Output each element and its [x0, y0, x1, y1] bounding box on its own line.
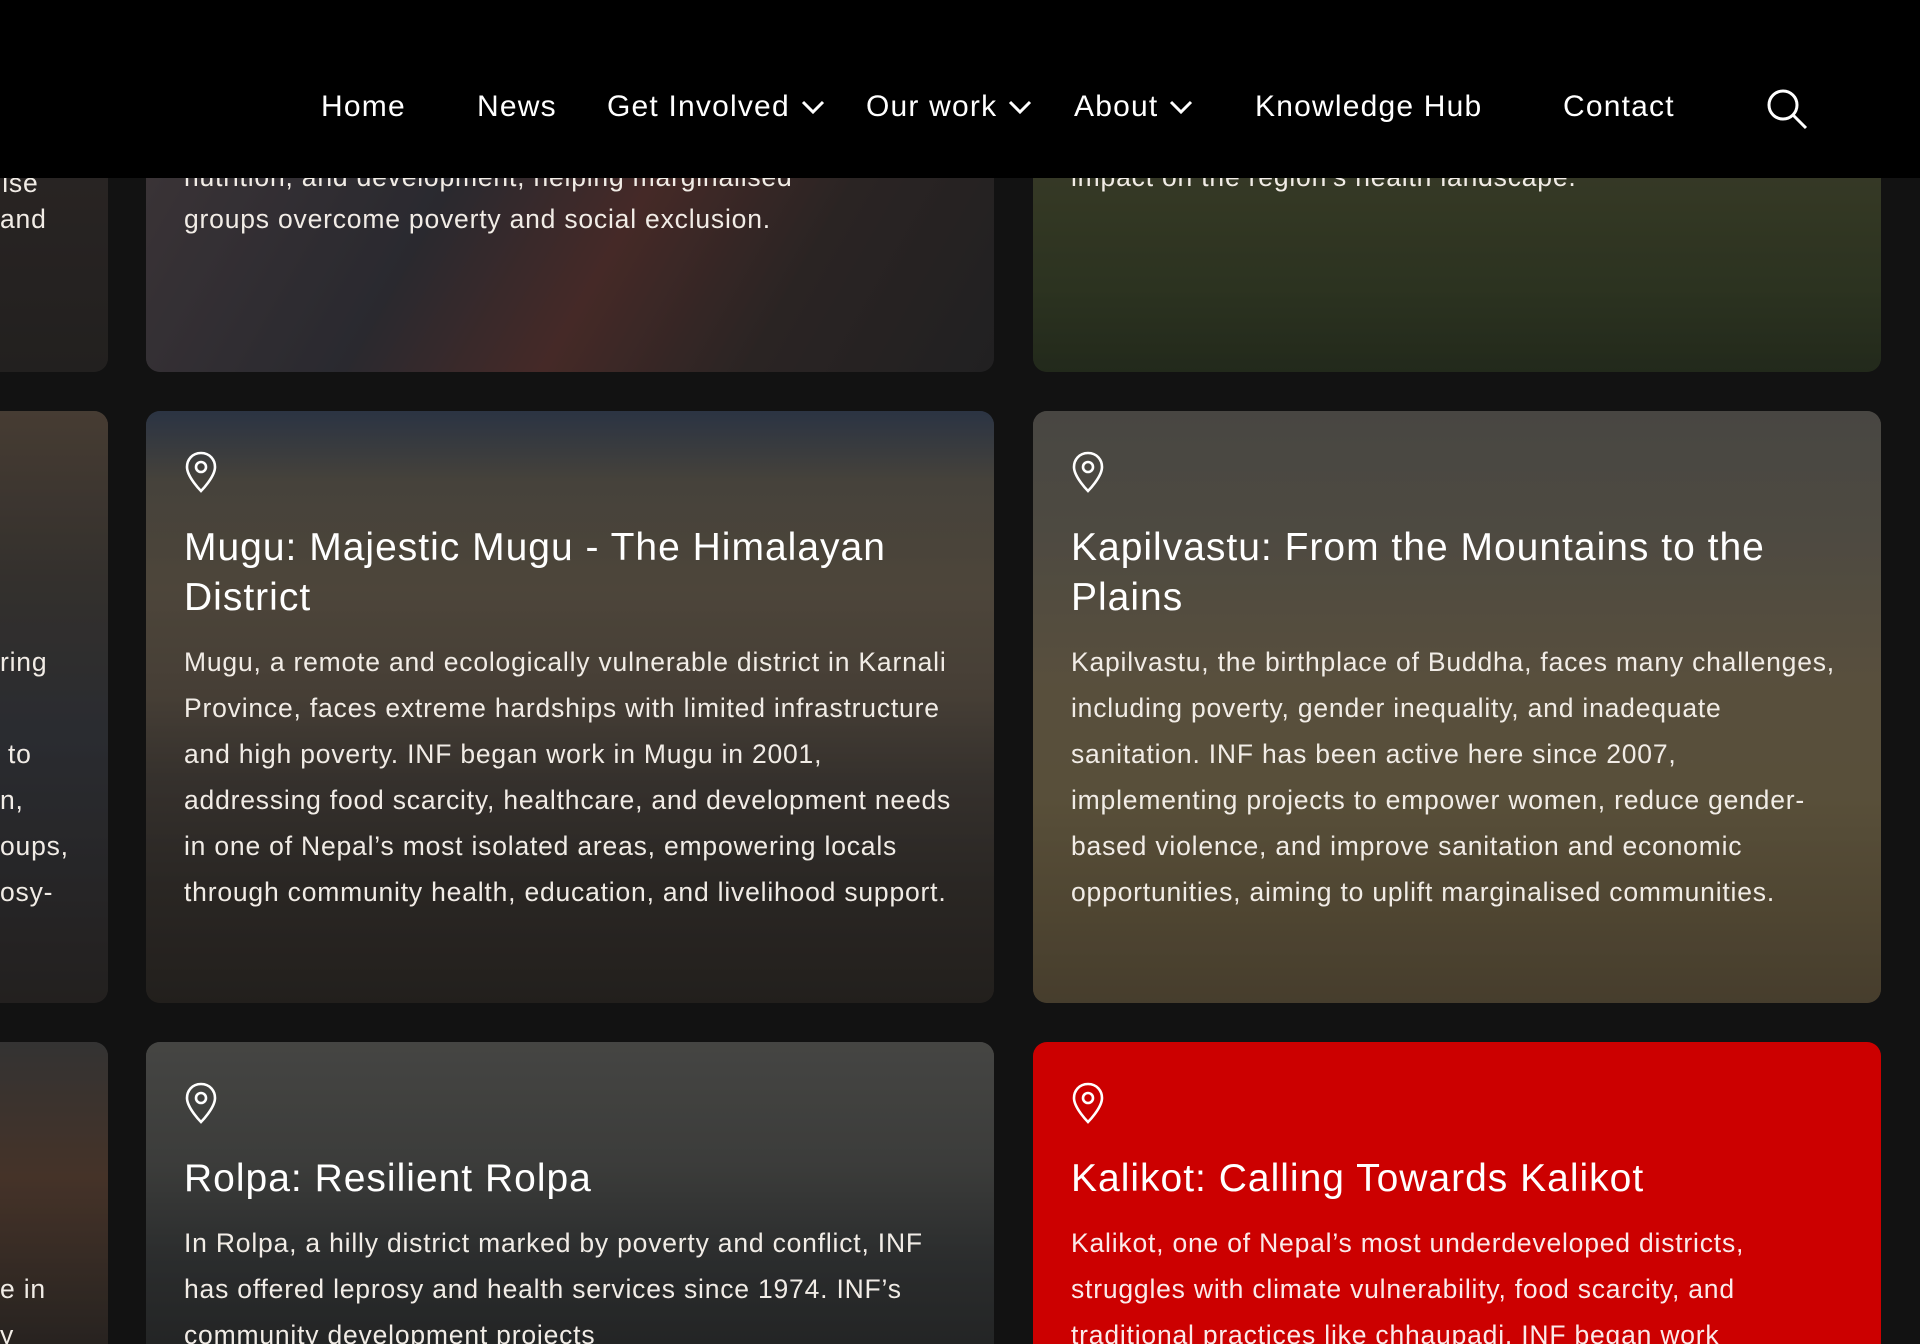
card-edge-text: ring [0, 647, 48, 677]
nav-contact-label: Contact [1563, 90, 1675, 123]
card-edge-text: to [8, 739, 32, 769]
card-body: Kalikot, one of Nepal’s most underdevelo… [1071, 1228, 1745, 1344]
nav-get-involved[interactable]: Get Involved [607, 90, 826, 124]
search-icon[interactable] [1766, 88, 1808, 130]
location-pin-icon [1072, 1082, 1104, 1124]
card-body: In Rolpa, a hilly district marked by pov… [184, 1228, 923, 1344]
nav-about[interactable]: About [1074, 90, 1194, 124]
card-body: Mugu, a remote and ecologically vulnerab… [184, 647, 952, 907]
card-edge-text: e in [0, 1274, 46, 1304]
card-title[interactable]: Kapilvastu: From the Mountains to the Pl… [1071, 523, 1843, 623]
card-edge-text: osy- [0, 877, 54, 907]
card-title[interactable]: Rolpa: Resilient Rolpa [184, 1154, 956, 1204]
nav-news-label: News [477, 90, 557, 123]
card-mugu[interactable]: Mugu: Majestic Mugu - The Himalayan Dist… [146, 411, 994, 1003]
card-kalikot[interactable]: Kalikot: Calling Towards Kalikot Kalikot… [1033, 1042, 1881, 1344]
nav-knowledge-hub-label: Knowledge Hub [1255, 90, 1483, 123]
card-edge-bottom[interactable]: e in y [0, 1042, 108, 1344]
chevron-down-icon [1170, 100, 1193, 115]
chevron-down-icon [801, 100, 824, 115]
card-rolpa[interactable]: Rolpa: Resilient Rolpa In Rolpa, a hilly… [146, 1042, 994, 1344]
top-navigation: Home News Get Involved Our work About Kn… [0, 0, 1920, 178]
nav-our-work[interactable]: Our work [866, 90, 1033, 124]
card-body: Kapilvastu, the birthplace of Buddha, fa… [1071, 647, 1835, 907]
nav-news[interactable]: News [477, 90, 557, 124]
card-edge-text: n, [0, 785, 24, 815]
card-edge-text: oups, [0, 831, 69, 861]
card-body-last-line: groups overcome poverty and social exclu… [184, 204, 771, 234]
card-edge-text: and [0, 204, 47, 234]
chevron-down-icon [1009, 100, 1032, 115]
nav-home-label: Home [321, 90, 406, 123]
nav-contact[interactable]: Contact [1563, 90, 1675, 124]
nav-knowledge-hub[interactable]: Knowledge Hub [1255, 90, 1482, 124]
nav-our-work-label: Our work [866, 90, 998, 123]
card-title[interactable]: Kalikot: Calling Towards Kalikot [1071, 1154, 1843, 1204]
nav-get-involved-label: Get Involved [607, 90, 790, 123]
nav-home[interactable]: Home [321, 90, 406, 124]
card-kapilvastu[interactable]: Kapilvastu: From the Mountains to the Pl… [1033, 411, 1881, 1003]
card-title[interactable]: Mugu: Majestic Mugu - The Himalayan Dist… [184, 523, 956, 623]
nav-about-label: About [1074, 90, 1159, 123]
location-pin-icon [185, 1082, 217, 1124]
card-edge-text: y [0, 1320, 15, 1344]
location-pin-icon [185, 451, 217, 493]
location-pin-icon [1072, 451, 1104, 493]
card-edge-mid[interactable]: ring to n, oups, osy- [0, 411, 108, 1003]
